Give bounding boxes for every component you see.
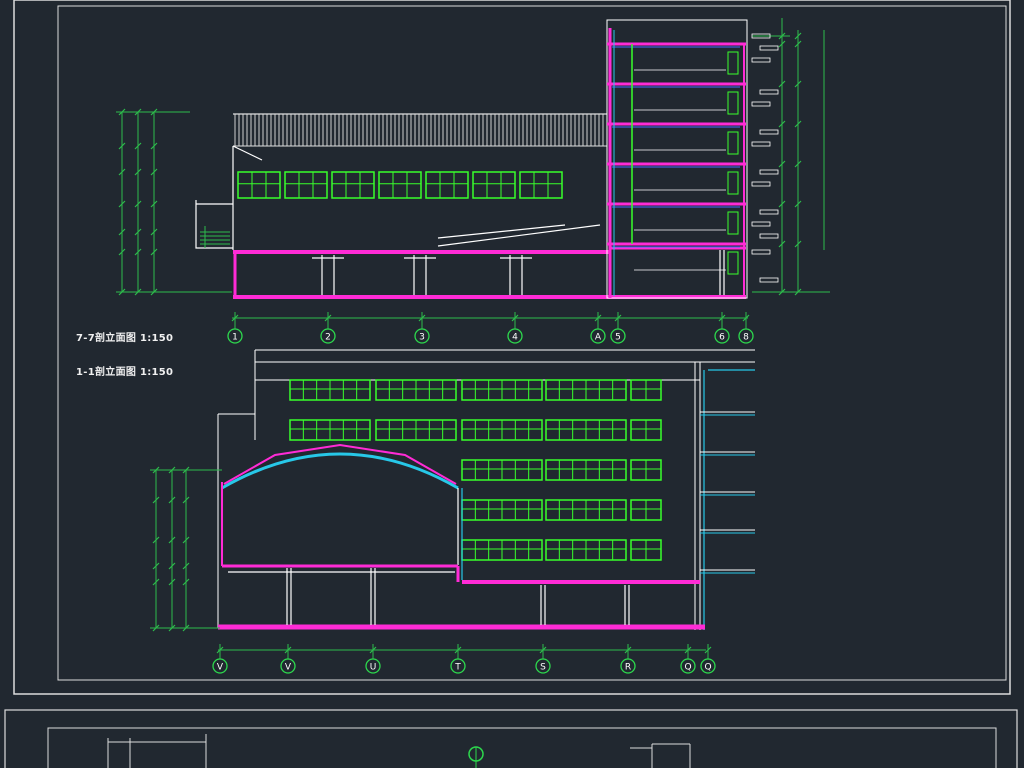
door xyxy=(727,171,739,195)
section-title-7-7: 7-7剖立面图 1:150 xyxy=(76,333,174,344)
door xyxy=(727,131,739,155)
axis-label: U xyxy=(370,663,377,673)
axis-label: R xyxy=(625,663,631,673)
level-marker xyxy=(759,209,779,215)
window xyxy=(472,171,516,199)
tall-block xyxy=(606,19,748,299)
door xyxy=(727,51,739,75)
axis-label: 3 xyxy=(419,333,425,343)
roof-louvers xyxy=(234,114,604,146)
level-marker xyxy=(759,233,779,239)
level-marker xyxy=(751,181,771,187)
arched-roof xyxy=(221,443,463,580)
north-arrow-icon xyxy=(468,746,484,768)
level-marker xyxy=(759,45,779,51)
lower-drawing-strip xyxy=(107,734,691,768)
window xyxy=(519,171,563,199)
window-grid-1-1 xyxy=(289,379,662,561)
axis-label: 6 xyxy=(719,333,725,343)
axis-label: 1 xyxy=(232,333,238,343)
axis-label: S xyxy=(540,663,546,673)
level-marker xyxy=(751,249,771,255)
axis-label: Q xyxy=(684,663,691,673)
dimension-left-1-1 xyxy=(150,469,222,629)
axis-label: V xyxy=(285,663,292,673)
axis-label: 8 xyxy=(743,333,749,343)
window xyxy=(425,171,469,199)
door xyxy=(727,211,739,235)
level-marker xyxy=(751,141,771,147)
axis-label: 2 xyxy=(325,333,331,343)
axis-label: A xyxy=(595,333,602,343)
level-marker xyxy=(759,129,779,135)
window xyxy=(331,171,375,199)
section-title-1-1: 1-1剖立面图 1:150 xyxy=(76,367,174,378)
level-marker xyxy=(751,57,771,63)
level-marker xyxy=(759,169,779,175)
window-row-7-7 xyxy=(237,171,563,199)
axis-label: V xyxy=(217,663,224,673)
door xyxy=(727,91,739,115)
section-7-7: 1 2 3 4 A 5 6 8 xyxy=(116,18,830,344)
dimension-right xyxy=(752,18,830,293)
level-marker xyxy=(751,221,771,227)
level-marker xyxy=(759,277,779,283)
level-marker xyxy=(759,89,779,95)
window xyxy=(378,171,422,199)
level-marker xyxy=(751,101,771,107)
window xyxy=(284,171,328,199)
axis-label: 4 xyxy=(512,333,518,343)
stair xyxy=(200,226,230,248)
door xyxy=(727,251,739,275)
axis-label: T xyxy=(454,663,461,673)
cad-drawing-canvas: 1 2 3 4 A 5 6 8 V V U T S R Q Q xyxy=(4,0,1018,768)
axis-label: 5 xyxy=(615,333,621,343)
section-1-1: VVUTSRQQ xyxy=(150,349,755,674)
window xyxy=(237,171,281,199)
axis-label: Q xyxy=(704,663,711,673)
dimension-left xyxy=(116,111,232,293)
